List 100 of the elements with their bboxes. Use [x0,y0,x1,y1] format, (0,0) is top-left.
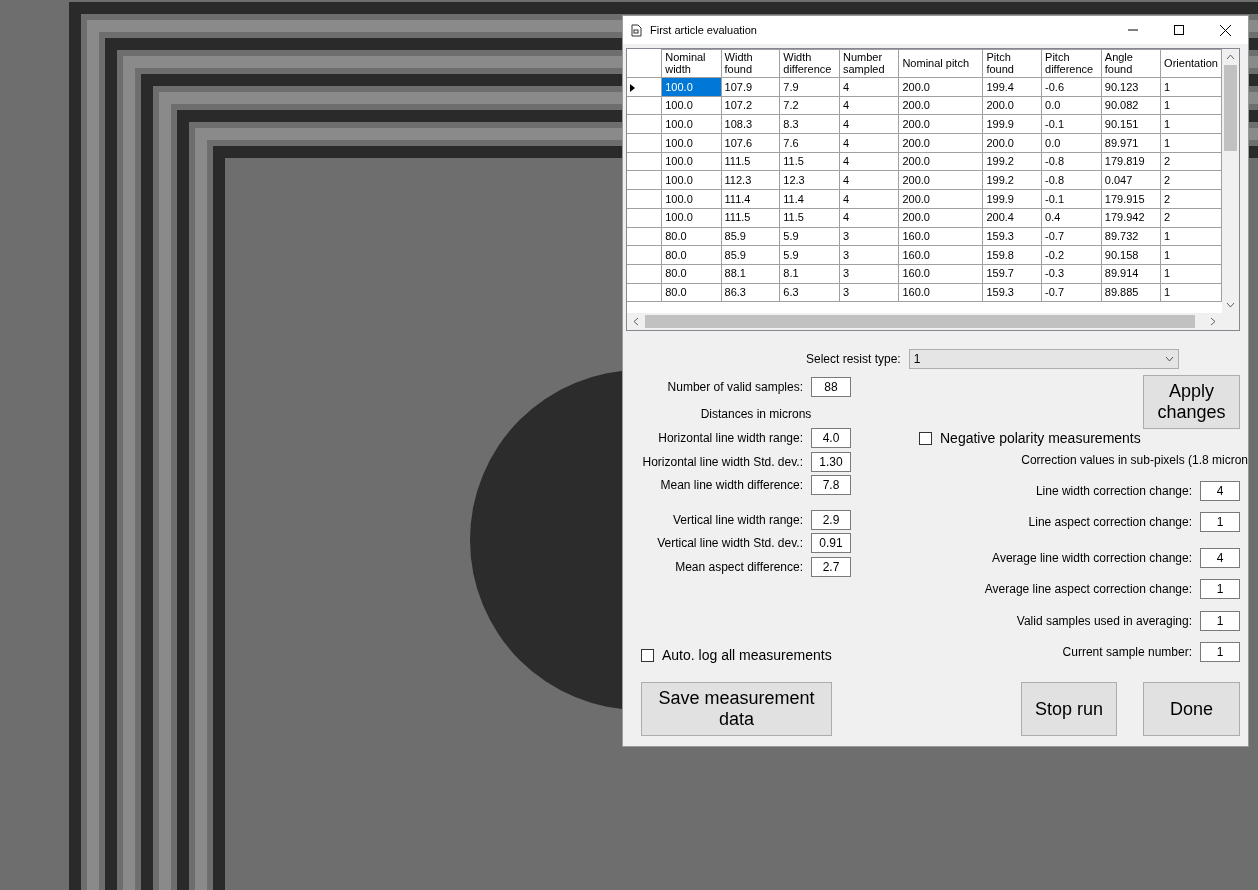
table-cell: 0.0 [1041,133,1102,153]
table-cell: 90.123 [1101,77,1161,97]
input-field[interactable]: 1 [1200,579,1240,600]
table-cell: 0.4 [1041,208,1102,227]
column-header[interactable]: Angle found [1101,49,1161,78]
scroll-left-icon[interactable] [633,317,639,326]
checkbox[interactable] [919,432,932,445]
scroll-down-icon[interactable] [1226,302,1235,308]
input-field[interactable]: 7.8 [811,475,851,496]
table-cell: 100.0 [661,208,722,227]
table-cell: 85.9 [721,245,780,265]
table-cell: 0.0 [1041,96,1102,115]
checkbox[interactable] [641,649,654,662]
input-field[interactable]: 1.30 [811,451,851,472]
table-cell: 1 [1160,114,1222,134]
table-cell: 200.0 [898,189,983,209]
field-label: Horizontal line width Std. dev.: [642,453,803,471]
table-cell: 2 [1160,208,1222,227]
table-cell: 100.0 [661,170,722,190]
table-cell: 199.2 [982,170,1042,190]
table-cell: 89.885 [1101,283,1161,302]
table-cell: 4 [839,170,899,190]
table-cell: -0.3 [1041,264,1102,284]
table-cell: -0.1 [1041,189,1102,209]
table-cell: 200.0 [982,133,1042,153]
scroll-up-icon[interactable] [1226,54,1235,60]
input-field[interactable]: 88 [811,376,851,397]
field-label: Current sample number: [1062,644,1192,662]
input-field[interactable]: 0.91 [811,533,851,554]
table-cell: 199.9 [982,114,1042,134]
table-cell: 7.9 [779,77,840,97]
table-cell: 199.4 [982,77,1042,97]
table-cell: 2 [1160,170,1222,190]
window-title: First article evaluation [650,22,758,38]
save-data-button[interactable]: Save measurement data [641,682,832,736]
done-button[interactable]: Done [1143,682,1240,736]
checkbox-label: Auto. log all measurements [662,646,832,665]
table-cell: 200.0 [982,96,1042,115]
checkbox-label: Negative polarity measurements [940,429,1141,448]
column-header[interactable]: Nominal width [661,49,722,78]
column-header[interactable]: Number sampled [839,49,899,78]
table-cell: 200.0 [898,133,983,153]
table-cell: 100.0 [661,96,722,115]
table-cell: 111.5 [721,208,780,227]
apply-changes-button[interactable]: Apply changes [1143,375,1240,429]
horizontal-scrollbar[interactable] [627,313,1222,330]
input-field[interactable]: 1 [1200,642,1240,663]
table-cell: 160.0 [898,283,983,302]
column-header[interactable]: Pitch difference [1041,49,1102,78]
table-cell: 90.151 [1101,114,1161,134]
table-cell: 80.0 [661,283,722,302]
field-label: Select resist type: [806,351,901,368]
input-field[interactable]: 4.0 [811,428,851,449]
field-label: Horizontal line width range: [658,430,803,448]
table-cell: -0.7 [1041,283,1102,302]
section-caption: Distances in microns [699,405,813,423]
table-cell: 5.9 [779,245,840,265]
table-cell: 100.0 [661,152,722,171]
table-cell: 85.9 [721,227,780,246]
column-header[interactable]: Orientation [1160,49,1222,78]
input-field[interactable]: 1 [1200,610,1240,631]
input-field[interactable]: 4 [1200,547,1240,568]
input-field[interactable]: 2.9 [811,509,851,530]
table-cell: 200.0 [898,208,983,227]
table-cell: 80.0 [661,245,722,265]
table-cell: 80.0 [661,227,722,246]
input-field[interactable]: 2.7 [811,556,851,577]
table-cell: 107.6 [721,133,780,153]
table-cell: 86.3 [721,283,780,302]
field-label: Line aspect correction change: [1028,514,1192,532]
column-header[interactable]: Width found [721,49,780,78]
column-header[interactable]: Pitch found [982,49,1042,78]
table-cell: 159.3 [982,227,1042,246]
table-cell: 199.2 [982,152,1042,171]
table-cell: 112.3 [721,170,780,190]
input-field[interactable]: 4 [1200,480,1240,501]
field-label: Vertical line width range: [672,511,803,529]
input-field[interactable]: 1 [1200,512,1240,533]
table-cell: 111.4 [721,189,780,209]
table-cell: 107.2 [721,96,780,115]
table-cell: 108.3 [721,114,780,134]
table-cell: 1 [1160,133,1222,153]
current-row-icon [630,83,635,92]
stop-run-button[interactable]: Stop run [1021,682,1117,736]
table-cell: 160.0 [898,264,983,284]
table-cell: -0.2 [1041,245,1102,265]
column-header[interactable]: Nominal pitch [898,49,983,78]
table-cell: 3 [839,245,899,265]
table-cell: 200.0 [898,170,983,190]
table-cell: -0.8 [1041,152,1102,171]
vertical-scrollbar[interactable] [1222,49,1239,313]
dropdown-value: 1 [913,351,921,368]
table-cell: 0.047 [1101,170,1161,190]
table-cell: 1 [1160,227,1222,246]
scroll-right-icon[interactable] [1210,317,1216,326]
resist-type-dropdown[interactable]: 1 [908,349,1179,369]
table-cell: 5.9 [779,227,840,246]
column-header[interactable]: Width difference [779,49,840,78]
table-cell: 111.5 [721,152,780,171]
table-cell: 11.4 [779,189,840,209]
